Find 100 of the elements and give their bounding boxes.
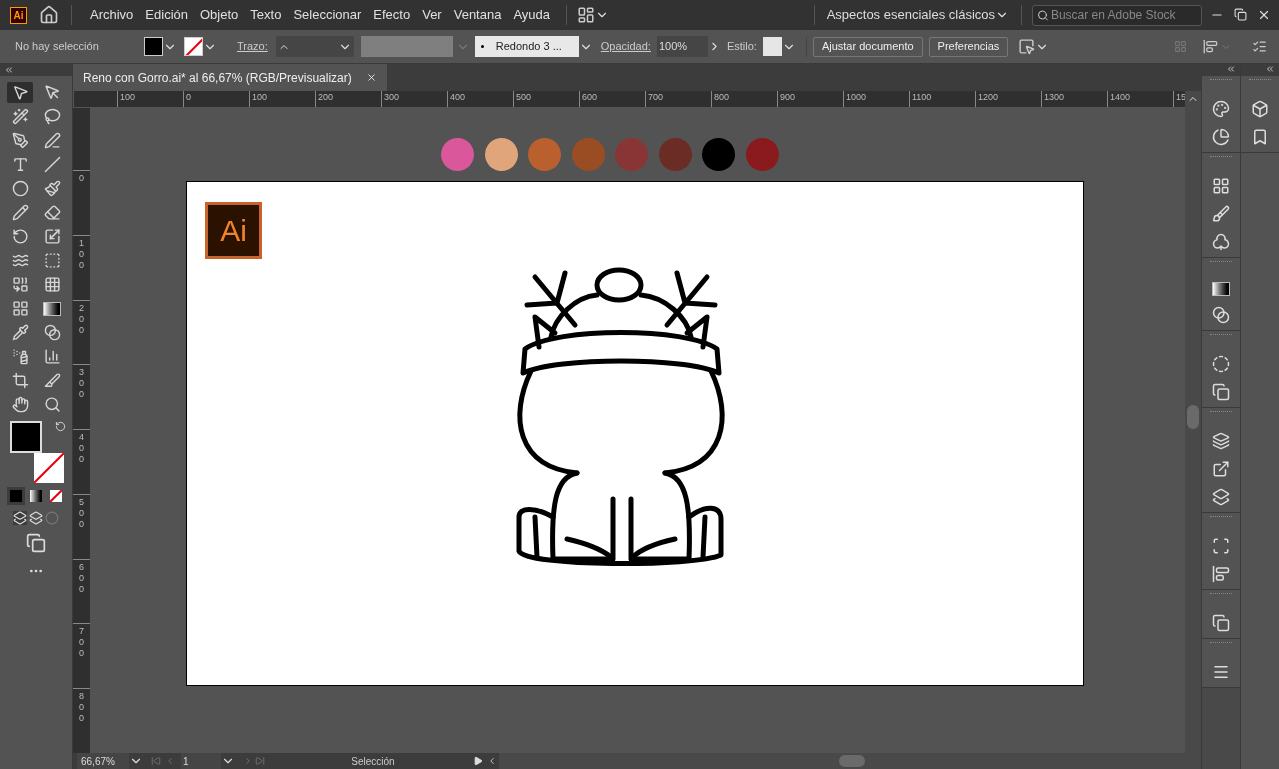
last-artboard-icon: [255, 756, 265, 766]
ruler-label: 100: [252, 92, 268, 102]
palette-icon[interactable]: [1212, 100, 1230, 118]
pen-icon: [11, 132, 29, 149]
collapse-icon[interactable]: [4, 65, 14, 75]
close-icon[interactable]: [1257, 8, 1271, 22]
color-mode-button[interactable]: [7, 487, 25, 505]
control-button[interactable]: Preferencias: [928, 36, 1009, 57]
close-tab-icon[interactable]: [365, 72, 377, 83]
align-icon[interactable]: [1212, 565, 1230, 583]
slice-icon: [43, 372, 61, 389]
menu-item[interactable]: Ver: [416, 5, 448, 25]
workspace-switcher[interactable]: Aspectos esenciales clásicos: [826, 5, 995, 25]
collapse-icon[interactable]: [1226, 64, 1236, 74]
gradient-icon: [1212, 282, 1230, 296]
list-icon[interactable]: [1252, 39, 1267, 54]
magic-wand-icon: [11, 108, 29, 125]
swatches-icon[interactable]: [1212, 177, 1230, 195]
menu-item[interactable]: Edición: [139, 5, 194, 25]
collapse-icon[interactable]: [1265, 64, 1275, 74]
menu-item[interactable]: Efecto: [367, 5, 417, 25]
stroke-lines-icon[interactable]: [1212, 663, 1230, 681]
first-artboard-icon: [151, 756, 161, 766]
app-logo: Ai: [10, 6, 27, 24]
none-mode-button[interactable]: [47, 487, 65, 505]
align-icon[interactable]: [1203, 39, 1218, 54]
next-artboard-icon: [243, 756, 253, 766]
menu-item[interactable]: Texto: [244, 5, 288, 25]
scale-icon: [43, 228, 61, 245]
style-swatch[interactable]: [762, 37, 782, 56]
ruler-label: 500: [78, 496, 85, 530]
export-icon[interactable]: [1212, 460, 1230, 478]
pencil-icon: [11, 204, 29, 221]
paintbrush-icon: [43, 180, 61, 197]
ruler-label: 600: [582, 92, 598, 102]
curvature-pen-icon: [43, 132, 61, 149]
ruler-label: 700: [78, 626, 85, 660]
grid-icon: [1174, 40, 1187, 53]
brushes-icon[interactable]: [1212, 205, 1230, 223]
zoom-icon: [43, 396, 61, 413]
menu-item[interactable]: Objeto: [194, 5, 245, 25]
artboard-number-field[interactable]: 1: [181, 753, 221, 769]
stroke-color-box[interactable]: [34, 453, 64, 483]
previous-artboard-icon: [165, 756, 175, 766]
ruler-label: 900: [780, 92, 796, 102]
stroke-swatch[interactable]: [184, 37, 203, 56]
ruler-label: 400: [78, 432, 85, 466]
transform-icon[interactable]: [1212, 537, 1230, 555]
zoom-field[interactable]: 66,67%: [77, 753, 129, 769]
search-box[interactable]: Buscar en Adobe Stock: [1032, 4, 1202, 26]
ruler-label: 1200: [978, 92, 999, 102]
fill-color-box[interactable]: [10, 421, 42, 453]
opacity-field[interactable]: 100%: [656, 36, 708, 57]
swap-arrow-icon[interactable]: [55, 421, 66, 432]
ruler-label: 100: [120, 92, 136, 102]
bookmark-icon[interactable]: [1251, 128, 1269, 146]
horizontal-scroll-thumb[interactable]: [839, 755, 865, 767]
gradient-mode-button[interactable]: [27, 487, 45, 505]
gradient-icon: [43, 301, 61, 316]
lasso-icon: [43, 108, 61, 125]
ruler-label: 0: [186, 92, 191, 102]
ruler-label: 800: [714, 92, 730, 102]
menu-item[interactable]: Seleccionar: [287, 5, 368, 25]
solid-pointer-icon: [43, 84, 61, 101]
document-tab[interactable]: Reno con Gorro.ai* al 66,67% (RGB/Previsualizar): [73, 64, 387, 91]
ruler-label: 1100: [912, 92, 932, 102]
menu-item[interactable]: Archivo: [84, 5, 140, 25]
blend-icon: [43, 324, 61, 341]
layout-icon[interactable]: [577, 6, 596, 24]
current-tool-status: Selección: [350, 754, 396, 769]
dashed-circle-icon[interactable]: [1212, 355, 1230, 373]
ruler-label: 1400: [1110, 92, 1131, 102]
ruler-label: 400: [450, 92, 466, 102]
menu-item[interactable]: Ventana: [447, 5, 508, 25]
artboard-icon: [11, 372, 29, 389]
ai-logo: Ai: [205, 202, 262, 259]
ruler-label: 100: [78, 237, 85, 271]
brush-dropdown[interactable]: Redondo 3 ...: [474, 36, 579, 57]
club-icon[interactable]: [1212, 233, 1230, 251]
ruler-label: 0: [78, 173, 85, 184]
search-field[interactable]: Buscar en Adobe Stock: [1050, 6, 1197, 24]
vertical-scrollbar[interactable]: [1185, 91, 1201, 753]
scroll-left-icon[interactable]: [487, 756, 497, 766]
overlapping-circles-icon[interactable]: [1212, 306, 1230, 324]
eraser-icon: [43, 204, 61, 221]
stroke-weight-field[interactable]: [275, 36, 354, 57]
ruler-label: 600: [78, 561, 85, 595]
restore-icon[interactable]: [1234, 8, 1247, 21]
home-icon[interactable]: [39, 5, 59, 25]
control-button[interactable]: Ajustar documento: [812, 36, 923, 57]
menu-item[interactable]: Ayuda: [507, 5, 557, 25]
ruler-label: 200: [78, 302, 85, 336]
cube-icon[interactable]: [1251, 100, 1269, 118]
fill-swatch[interactable]: [144, 37, 163, 56]
scroll-thumb[interactable]: [1187, 405, 1199, 429]
variable-width-field[interactable]: [360, 36, 453, 57]
selection-status: No hay selección: [15, 39, 100, 55]
layers-icon[interactable]: [1212, 432, 1230, 450]
stroke-label: Trazo:: [237, 39, 268, 55]
ruler-label: 700: [648, 92, 664, 102]
